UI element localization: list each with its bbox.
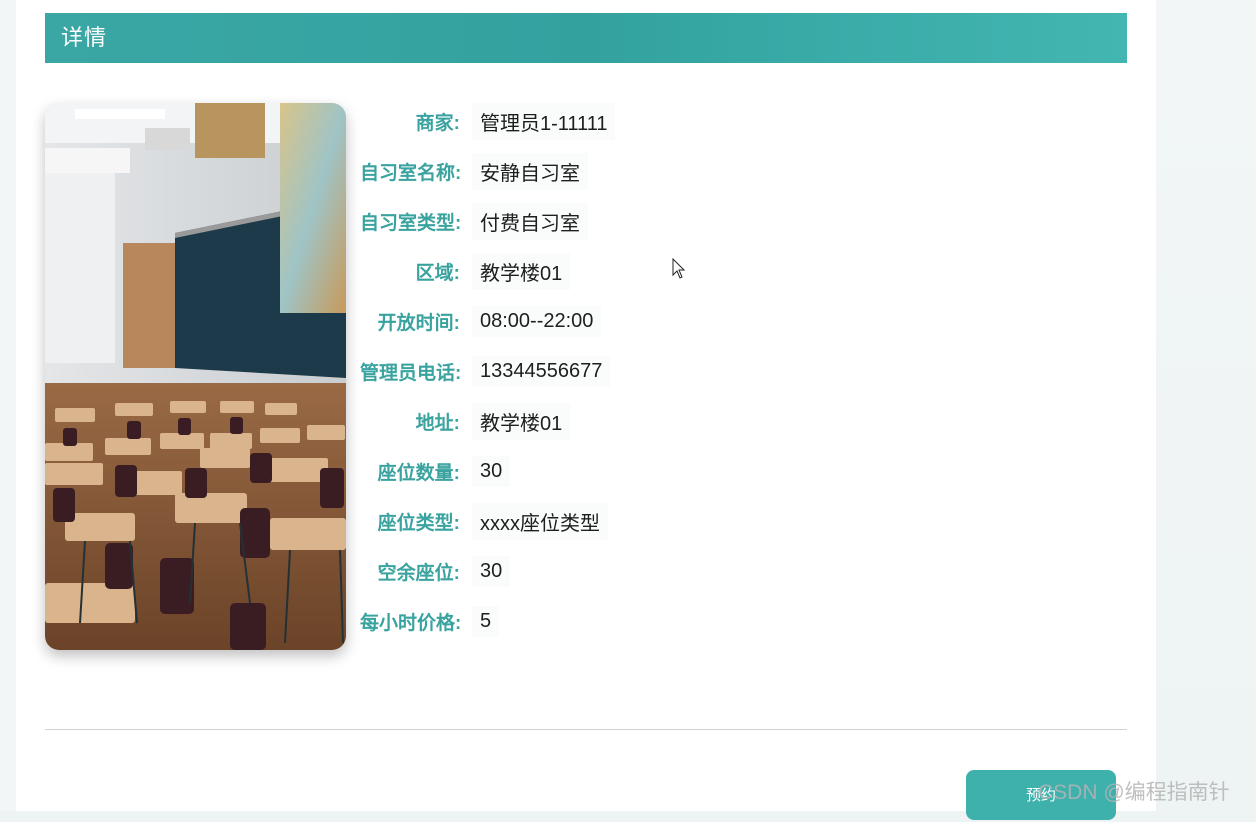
detail-row-room-type: 自习室类型: 付费自习室 bbox=[360, 196, 1060, 246]
detail-value: 教学楼01 bbox=[472, 402, 571, 440]
detail-label: 自习室名称: bbox=[360, 162, 462, 184]
detail-label: 每小时价格: bbox=[360, 612, 462, 634]
detail-row-room-name: 自习室名称: 安静自习室 bbox=[360, 146, 1060, 196]
detail-label: 开放时间: bbox=[377, 312, 460, 334]
detail-value: 教学楼01 bbox=[472, 252, 571, 290]
detail-value: 安静自习室 bbox=[472, 152, 588, 190]
detail-label: 空余座位: bbox=[377, 562, 460, 584]
detail-label: 座位数量: bbox=[377, 462, 460, 484]
detail-label: 区域: bbox=[415, 262, 460, 284]
detail-row-area: 区域: 教学楼01 bbox=[360, 246, 1060, 296]
page-title: 详情 bbox=[61, 25, 108, 50]
detail-value: 13344556677 bbox=[472, 355, 611, 387]
detail-row-free-seats: 空余座位: 30 bbox=[360, 546, 1060, 596]
detail-value: xxxx座位类型 bbox=[472, 502, 608, 540]
detail-label: 自习室类型: bbox=[360, 212, 462, 234]
book-button[interactable]: 预约 bbox=[966, 770, 1116, 820]
mouse-pointer-icon bbox=[672, 258, 686, 279]
detail-header: 详情 bbox=[45, 13, 1127, 63]
detail-value: 5 bbox=[472, 605, 500, 637]
detail-label: 商家: bbox=[415, 112, 460, 134]
detail-row-seat-type: 座位类型: xxxx座位类型 bbox=[360, 496, 1060, 546]
detail-row-open-time: 开放时间: 08:00--22:00 bbox=[360, 296, 1060, 346]
detail-list: 商家: 管理员1-11111 自习室名称: 安静自习室 自习室类型: 付费自习室… bbox=[360, 96, 1060, 646]
detail-value: 30 bbox=[472, 455, 511, 487]
page: 详情 商家: 管理员1-11111 自习室名称: 安静自习室 自习室类型: 付费… bbox=[0, 0, 1156, 820]
detail-row-seat-count: 座位数量: 30 bbox=[360, 446, 1060, 496]
right-gutter bbox=[1156, 0, 1256, 811]
detail-row-admin-phone: 管理员电话: 13344556677 bbox=[360, 346, 1060, 396]
detail-row-hourly-price: 每小时价格: 5 bbox=[360, 596, 1060, 646]
detail-row-merchant: 商家: 管理员1-11111 bbox=[360, 96, 1060, 146]
left-edge bbox=[0, 0, 16, 811]
detail-label: 管理员电话: bbox=[360, 362, 462, 384]
detail-label: 地址: bbox=[415, 412, 460, 434]
detail-value: 30 bbox=[472, 555, 511, 587]
detail-label: 座位类型: bbox=[377, 512, 460, 534]
detail-value: 付费自习室 bbox=[472, 202, 588, 240]
detail-row-address: 地址: 教学楼01 bbox=[360, 396, 1060, 446]
section-divider bbox=[45, 729, 1127, 730]
detail-value: 08:00--22:00 bbox=[472, 305, 602, 337]
detail-value: 管理员1-11111 bbox=[472, 102, 616, 140]
classroom-photo bbox=[45, 103, 346, 650]
classroom-image bbox=[45, 103, 346, 650]
